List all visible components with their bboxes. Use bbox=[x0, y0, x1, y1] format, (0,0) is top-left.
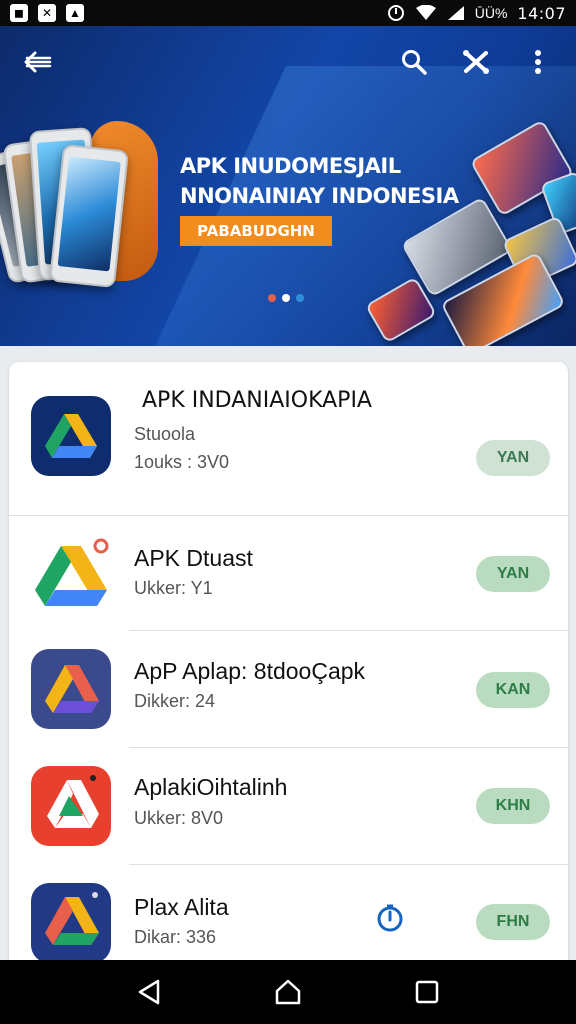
hero-banner[interactable]: APK INUDOMESJAIL NNONAINIAY INDONESIA PA… bbox=[0, 26, 576, 346]
share-icon[interactable] bbox=[456, 42, 496, 82]
navigation-bar bbox=[0, 960, 576, 1024]
app-subtitle: Stuoola bbox=[134, 424, 196, 444]
back-triangle-icon[interactable] bbox=[129, 972, 169, 1012]
battery-percent: ŪÜ% bbox=[474, 5, 508, 21]
notification-icon: ◼ bbox=[10, 4, 28, 22]
app-name: Plax Alita bbox=[134, 894, 229, 920]
carousel-dot[interactable] bbox=[268, 294, 276, 302]
clock: 14:07 bbox=[517, 3, 566, 23]
install-button[interactable]: FHN bbox=[476, 904, 550, 940]
image-icon: ▲ bbox=[66, 4, 84, 22]
list-item[interactable]: AplakiOihtalinh Ukker: 8V0 KHN bbox=[9, 748, 568, 865]
app-name: ApP Aplap: 8tdooÇapk bbox=[134, 658, 366, 684]
install-button[interactable]: YAN bbox=[476, 556, 550, 592]
app-meta: Dikker: 24 bbox=[134, 691, 216, 711]
list-item[interactable]: Plax Alita Dikar: 336 FHN bbox=[9, 865, 568, 972]
timer-icon[interactable] bbox=[375, 903, 405, 933]
carousel-dots bbox=[268, 294, 304, 302]
drive-icon bbox=[31, 534, 111, 614]
hero-title-line2: NNONAINIAY INDONESIA bbox=[180, 184, 459, 208]
search-icon[interactable] bbox=[394, 42, 434, 82]
hero-cta-button[interactable]: PABABUDGHN bbox=[180, 216, 332, 246]
drive-icon bbox=[31, 649, 111, 729]
hero-phones-illustration bbox=[0, 121, 160, 301]
install-button[interactable]: KAN bbox=[476, 672, 550, 708]
drive-icon bbox=[31, 766, 111, 846]
status-left-icons: ◼ ✕ ▲ bbox=[10, 4, 84, 22]
drive-icon bbox=[31, 883, 111, 963]
toolbar-actions bbox=[394, 42, 558, 82]
list-item[interactable]: ApP Aplap: 8tdooÇapk Dikker: 24 KAN bbox=[9, 631, 568, 748]
app-name: APK Dtuast bbox=[134, 545, 253, 571]
app-meta: 1ouks : 3V0 bbox=[134, 452, 230, 472]
status-right: ŪÜ% 14:07 bbox=[387, 4, 566, 23]
app-name: APK INDANIAIOKAPIA bbox=[142, 388, 372, 413]
list-item[interactable]: APK INDANIAIOKAPIA Stuoola 1ouks : 3V0 Y… bbox=[9, 362, 568, 516]
status-bar: ◼ ✕ ▲ ŪÜ% 14:07 bbox=[0, 0, 576, 26]
hero-title-line1: APK INUDOMESJAIL bbox=[180, 154, 401, 178]
gallery-icon: ✕ bbox=[38, 4, 56, 22]
wifi-icon bbox=[415, 5, 436, 20]
drive-icon bbox=[31, 396, 111, 476]
back-arrow-icon[interactable] bbox=[18, 42, 58, 82]
app-meta: Ukker: 8V0 bbox=[134, 808, 224, 828]
install-button[interactable]: YAN bbox=[476, 440, 550, 476]
carousel-dot[interactable] bbox=[296, 294, 304, 302]
data-saver-icon bbox=[387, 5, 404, 21]
signal-icon bbox=[447, 6, 464, 20]
hero-title: APK INUDOMESJAIL NNONAINIAY INDONESIA bbox=[180, 154, 459, 208]
list-item[interactable]: APK Dtuast Ukker: Y1 YAN bbox=[9, 516, 568, 631]
more-vert-icon[interactable] bbox=[518, 42, 558, 82]
app-meta: Ukker: Y1 bbox=[134, 578, 213, 598]
app-name: AplakiOihtalinh bbox=[134, 774, 288, 800]
recents-icon[interactable] bbox=[407, 972, 447, 1012]
toolbar bbox=[0, 26, 576, 98]
install-button[interactable]: KHN bbox=[476, 788, 550, 824]
carousel-dot[interactable] bbox=[282, 294, 290, 302]
home-icon[interactable] bbox=[268, 972, 308, 1012]
app-meta: Dikar: 336 bbox=[134, 927, 217, 947]
app-list: APK INDANIAIOKAPIA Stuoola 1ouks : 3V0 Y… bbox=[9, 362, 568, 972]
